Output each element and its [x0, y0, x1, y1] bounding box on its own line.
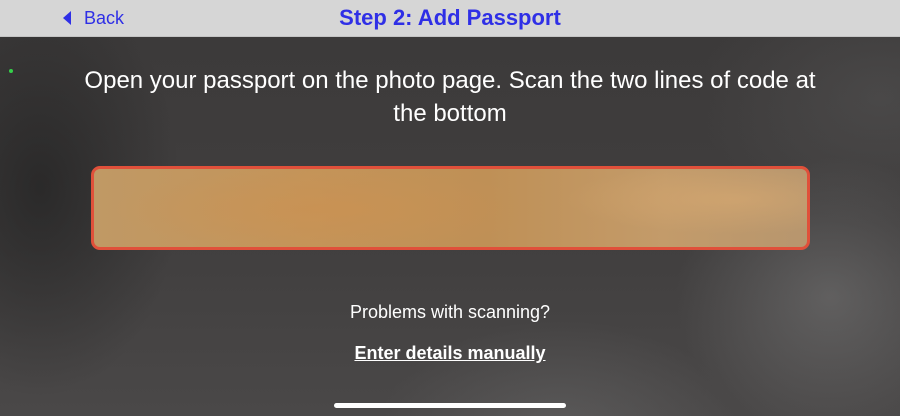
home-indicator[interactable] — [334, 403, 566, 408]
scan-area-frame — [91, 166, 810, 250]
camera-status-dot — [9, 69, 13, 73]
page-title: Step 2: Add Passport — [339, 5, 561, 30]
scan-instruction: Open your passport on the photo page. Sc… — [84, 67, 816, 127]
manual-entry-link-container: Enter details manually — [0, 343, 900, 364]
back-button-label: Back — [84, 7, 125, 28]
problems-with-scanning-text: Problems with scanning? — [349, 302, 551, 322]
chevron-left-icon — [63, 11, 71, 25]
camera-viewfinder: Open your passport on the photo page. Sc… — [0, 37, 900, 416]
navigation-bar: Back Step 2: Add Passport — [0, 0, 900, 37]
back-button[interactable]: Back — [62, 0, 124, 36]
enter-details-manually-link[interactable]: Enter details manually — [354, 343, 545, 363]
